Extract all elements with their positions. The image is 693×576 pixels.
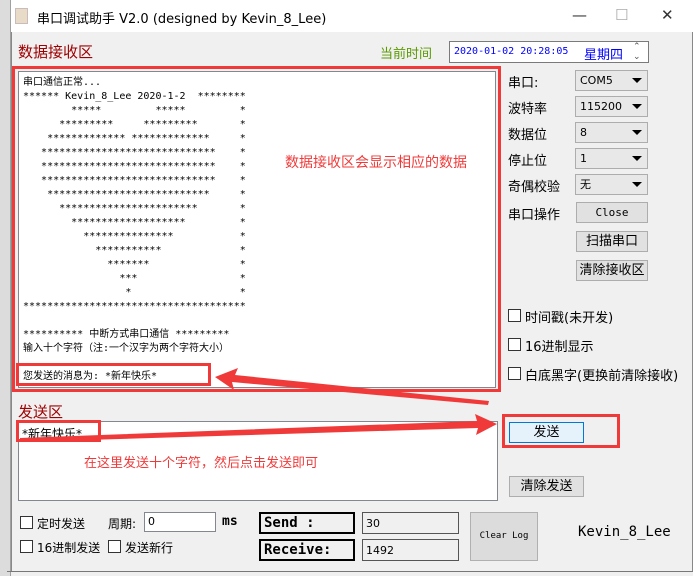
period-label: 周期:: [108, 517, 137, 531]
clear-log-button[interactable]: Clear Log: [470, 512, 538, 561]
annotation-arrows: [20, 368, 497, 442]
send-newline-checkbox[interactable]: [108, 540, 121, 553]
bottom-border: [7, 571, 693, 572]
timed-send-label: 定时发送: [37, 517, 86, 531]
hex-send-checkbox[interactable]: [20, 540, 33, 553]
receive-count-label: Receive:: [259, 539, 355, 561]
period-input[interactable]: 0: [144, 512, 216, 532]
receive-count-value: 1492: [362, 539, 459, 561]
send-count-label: Send :: [259, 512, 355, 534]
ms-label: ms: [222, 514, 238, 529]
author-label: Kevin_8_Lee: [578, 524, 671, 540]
arrow-to-send-button: [20, 414, 497, 442]
send-newline-label: 发送新行: [125, 541, 174, 555]
send-count-value: 30: [362, 512, 459, 534]
hex-send-label: 16进制发送: [37, 541, 101, 555]
timed-send-checkbox[interactable]: [20, 516, 33, 529]
arrow-to-receive: [215, 368, 489, 405]
